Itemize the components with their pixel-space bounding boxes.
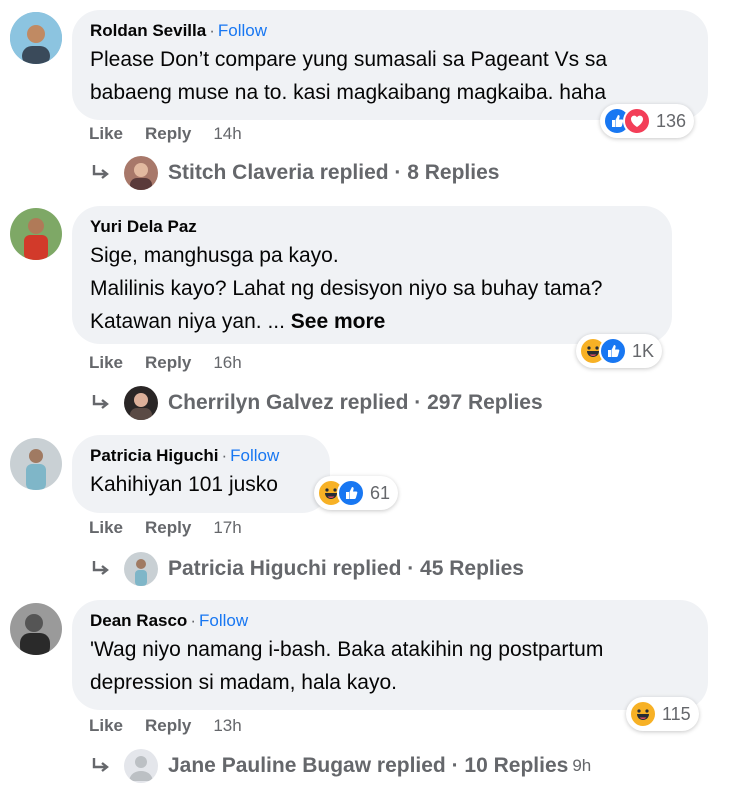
replies-text: Patricia Higuchi replied · 45 Replies <box>168 557 524 580</box>
like-button[interactable]: Like <box>89 353 123 372</box>
comment-text-line: Katawan niya yan. ... See more <box>90 306 656 337</box>
replier-avatar <box>124 749 158 783</box>
replies-text: Stitch Claveria replied · 8 Replies <box>168 161 500 184</box>
comment-text-line: 'Wag niyo namang i-bash. Baka atakihin n… <box>90 638 604 661</box>
comment-text-line: Malilinis kayo? Lahat ng desisyon niyo s… <box>90 277 603 300</box>
reactions-summary[interactable]: 136 <box>600 104 695 138</box>
reply-arrow-icon <box>92 395 109 409</box>
comment-bubble: Dean Rasco · Follow 'Wag niyo namang i-bas… <box>72 600 708 710</box>
reaction-count: 136 <box>656 110 687 131</box>
reply-arrow-icon <box>92 165 109 179</box>
comment-text-line: depression si madam, hala kayo. <box>90 671 397 694</box>
follow-button[interactable]: Follow <box>218 21 267 40</box>
comment-actions: Like Reply 17h <box>89 518 242 538</box>
avatar[interactable] <box>10 208 62 260</box>
reply-button[interactable]: Reply <box>145 518 191 537</box>
view-replies-link[interactable]: Jane Pauline Bugaw replied · 10 Replies … <box>90 749 591 783</box>
comment-bubble: Patricia Higuchi · Follow Kahihiyan 101 ju… <box>72 435 330 513</box>
like-icon <box>337 479 365 507</box>
reactions-summary[interactable]: 115 <box>626 697 699 731</box>
follow-button[interactable]: Follow <box>199 611 248 630</box>
reply-button[interactable]: Reply <box>145 716 191 735</box>
reactions-summary[interactable]: 1K <box>576 334 663 368</box>
replier-avatar <box>124 552 158 586</box>
like-icon <box>599 337 627 365</box>
comment-actions: Like Reply 13h <box>89 716 242 736</box>
like-button[interactable]: Like <box>89 518 123 537</box>
separator: · <box>209 21 215 40</box>
follow-button[interactable]: Follow <box>230 446 279 465</box>
reply-arrow-icon <box>92 561 109 575</box>
view-replies-link[interactable]: Stitch Claveria replied · 8 Replies <box>90 156 499 190</box>
see-more-link[interactable]: See more <box>291 310 386 333</box>
haha-icon <box>629 700 657 728</box>
reply-button[interactable]: Reply <box>145 353 191 372</box>
reply-button[interactable]: Reply <box>145 124 191 143</box>
separator: · <box>190 611 196 630</box>
reactions-summary[interactable]: 61 <box>314 476 399 510</box>
avatar[interactable] <box>10 438 62 490</box>
avatar[interactable] <box>10 603 62 655</box>
comment-actions: Like Reply 16h <box>89 353 242 373</box>
view-replies-link[interactable]: Patricia Higuchi replied · 45 Replies <box>90 552 524 586</box>
reaction-count: 1K <box>632 340 655 361</box>
timestamp[interactable]: 17h <box>213 518 241 537</box>
avatar[interactable] <box>10 12 62 64</box>
view-replies-link[interactable]: Cherrilyn Galvez replied · 297 Replies <box>90 386 543 420</box>
replies-text: Cherrilyn Galvez replied · 297 Replies <box>168 391 543 414</box>
comment-text-line: Kahihiyan 101 jusko <box>90 473 278 496</box>
separator: · <box>221 446 228 465</box>
replier-avatar <box>124 386 158 420</box>
author-name[interactable]: Roldan Sevilla <box>90 21 206 40</box>
comment-text-line: Sige, manghusga pa kayo. <box>90 244 339 267</box>
comment-text-line: babaeng muse na to. kasi magkaibang magk… <box>90 81 607 104</box>
like-button[interactable]: Like <box>89 124 123 143</box>
reaction-count: 115 <box>662 703 691 724</box>
replier-avatar <box>124 156 158 190</box>
comment-text-line: Please Don’t compare yung sumasali sa Pa… <box>90 48 608 71</box>
author-name[interactable]: Patricia Higuchi <box>90 446 218 465</box>
timestamp[interactable]: 16h <box>213 353 241 372</box>
author-name[interactable]: Dean Rasco <box>90 611 187 630</box>
author-name[interactable]: Yuri Dela Paz <box>90 217 197 236</box>
comment-actions: Like Reply 14h <box>89 124 242 144</box>
reply-arrow-icon <box>92 758 109 772</box>
love-icon <box>623 107 651 135</box>
timestamp[interactable]: 13h <box>213 716 241 735</box>
comment-bubble: Yuri Dela Paz Sige, manghusga pa kayo. M… <box>72 206 672 344</box>
comment-text-fragment: Katawan niya yan. ... <box>90 310 291 333</box>
like-button[interactable]: Like <box>89 716 123 735</box>
timestamp[interactable]: 14h <box>213 124 241 143</box>
replies-timestamp: 9h <box>572 756 592 775</box>
replies-text: Jane Pauline Bugaw replied · 10 Replies <box>168 754 569 777</box>
reaction-count: 61 <box>370 482 391 503</box>
